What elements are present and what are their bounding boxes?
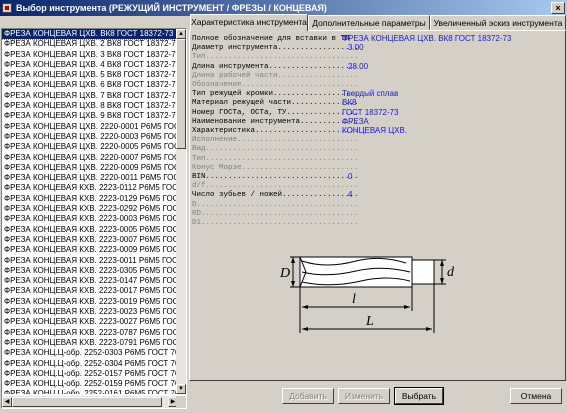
property-label: Тип.................................. (192, 53, 359, 62)
tool-list-item[interactable]: ФРЕЗА КОНЦЕВАЯ ЦХВ. ВК8 ГОСТ 18372-73 (2, 29, 178, 41)
scroll-thumb-horizontal[interactable] (12, 397, 162, 407)
tool-list-item[interactable]: ФРЕЗА КОНЦ.Ц-обр. 2252-0303 Р6М5 ГОСТ 70… (2, 348, 178, 358)
tool-list-item[interactable]: ФРЕЗА КОНЦЕВАЯ ЦХВ. 7 ВК8 ГОСТ 18372-73 (2, 91, 178, 101)
property-label: Число зубьев / ножей................. (192, 191, 359, 200)
tool-list-item[interactable]: ФРЕЗА КОНЦ.Ц-обр. 2252-0161 Р6М5 ГОСТ 70… (2, 389, 178, 394)
tool-list-item[interactable]: ФРЕЗА КОНЦЕВАЯ ЦХВ. 4 ВК8 ГОСТ 18372-73 (2, 60, 178, 70)
change-button[interactable]: Изменить (338, 388, 390, 404)
tool-list-item[interactable]: ФРЕЗА КОНЦЕВАЯ КХВ. 2223-0007 Р6М5 ГОСТ … (2, 235, 178, 245)
tool-list-item[interactable]: ФРЕЗА КОНЦЕВАЯ КХВ. 2223-0027 Р6М5 ГОСТ … (2, 317, 178, 327)
tool-list-item[interactable]: ФРЕЗА КОНЦЕВАЯ КХВ. 2223-0791 Р6М5 ГОСТ … (2, 338, 178, 348)
tool-list-items: ФРЕЗА КОНЦЕВАЯ ЦХВ. ВК8 ГОСТ 18372-73 ФРЕ… (2, 29, 178, 394)
tab-additional-parameters[interactable]: Дополнительные параметры (308, 15, 430, 30)
add-button[interactable]: Добавить (282, 388, 334, 404)
property-label: Наименование инструмента............. (192, 117, 359, 126)
tool-list-item[interactable]: ФРЕЗА КОНЦЕВАЯ КХВ. 2223-0003 Р6М5 ГОСТ … (2, 214, 178, 224)
sketch-label-l: l (352, 292, 356, 307)
tab-enlarged-sketch[interactable]: Увеличенный эскиз инструмента (430, 15, 566, 30)
property-label: Материал режущей части............... (192, 99, 359, 108)
tab-strip: Характеристика инструмента Дополнительны… (190, 14, 566, 31)
sketch-label-d: d (447, 265, 455, 280)
tool-list-item[interactable]: ФРЕЗА КОНЦЕВАЯ ЦХВ. 8 ВК8 ГОСТ 18372-73 (2, 101, 178, 111)
property-label: Длина инструмента.................... (192, 62, 359, 71)
tool-list-item[interactable]: ФРЕЗА КОНЦЕВАЯ КХВ. 2223-0011 Р6М5 ГОСТ … (2, 256, 178, 266)
tab-characteristics[interactable]: Характеристика инструмента (190, 14, 308, 31)
sketch-label-D: D (279, 266, 290, 281)
tool-list-item[interactable]: ФРЕЗА КОНЦЕВАЯ КХВ. 2223-0112 Р6М5 ГОСТ … (2, 183, 178, 193)
property-label: Конус Морзе.......................... (192, 163, 359, 172)
select-button[interactable]: Выбрать (394, 387, 444, 405)
vertical-scrollbar[interactable]: ▲ ▼ (176, 29, 186, 394)
property-label: Номер ГОСТа, ОСТа, ТУ................ (192, 108, 359, 117)
property-label: Характеристика....................... (192, 127, 359, 135)
tool-list-item[interactable]: ФРЕЗА КОНЦЕВАЯ КХВ. 2223-0787 Р6М5 ГОСТ … (2, 328, 178, 338)
scroll-up-icon[interactable]: ▲ (176, 29, 186, 39)
property-label: Вид.................................. (192, 145, 359, 154)
tab-panel: Полное обозначение для вставки в ТП ФРЕЗА… (189, 30, 566, 381)
tool-list[interactable]: ФРЕЗА КОНЦЕВАЯ ЦХВ. ВК8 ГОСТ 18372-73 ФРЕ… (1, 28, 187, 409)
property-label: Диаметр инструмента.................. (192, 44, 359, 53)
close-button[interactable]: × (551, 2, 565, 14)
tool-list-item[interactable]: ФРЕЗА КОНЦЕВАЯ ЦХВ. 2220-0001 Р6М5 ГОСТ … (2, 122, 178, 132)
tool-list-item[interactable]: ФРЕЗА КОНЦЕВАЯ КХВ. 2223-0147 Р6М5 ГОСТ … (2, 276, 178, 286)
tool-list-item[interactable]: ФРЕЗА КОНЦ.Ц-обр. 2252-0159 Р6М5 ГОСТ 70… (2, 379, 178, 389)
property-label: D1................................... (192, 219, 359, 227)
property-label: Исполнение........................... (192, 136, 359, 145)
scroll-down-icon[interactable]: ▼ (176, 384, 186, 394)
horizontal-scrollbar[interactable]: ◀ ▶ (2, 396, 178, 408)
tool-list-item[interactable]: ФРЕЗА КОНЦЕВАЯ КХВ. 2223-0005 Р6М5 ГОСТ … (2, 225, 178, 235)
tool-list-item[interactable]: ФРЕЗА КОНЦЕВАЯ ЦХВ. 2220-0009 Р6М5 ГОСТ … (2, 163, 178, 173)
property-label: Длина рабочей части.................. (192, 71, 359, 80)
tool-list-item[interactable]: ФРЕЗА КОНЦЕВАЯ КХВ. 2223-0017 Р6М5 ГОСТ … (2, 286, 178, 296)
property-label: d/f.................................. (192, 182, 359, 191)
tool-list-item[interactable]: ФРЕЗА КОНЦЕВАЯ КХВ. 2223-0023 Р6М5 ГОСТ … (2, 307, 178, 317)
property-label: BIN.................................. (192, 173, 359, 181)
tool-list-item[interactable]: ФРЕЗА КОНЦЕВАЯ КХВ. 2223-0129 Р6М5 ГОСТ … (2, 194, 178, 204)
scroll-left-icon[interactable]: ◀ (2, 397, 12, 407)
tool-list-item[interactable]: ФРЕЗА КОНЦЕВАЯ КХВ. 2223-0019 Р6М5 ГОСТ … (2, 297, 178, 307)
property-label: Обозначение.......................... (192, 81, 359, 89)
property-label: D.................................... (192, 200, 359, 209)
tool-list-item[interactable]: ФРЕЗА КОНЦЕВАЯ ЦХВ. 2220-0003 Р6М5 ГОСТ … (2, 132, 178, 142)
tool-list-item[interactable]: ФРЕЗА КОНЦЕВАЯ КХВ. 2223-0305 Р6М5 ГОСТ … (2, 266, 178, 276)
tool-list-item[interactable]: ФРЕЗА КОНЦ.Ц-обр. 2252-0157 Р6М5 ГОСТ 70… (2, 369, 178, 379)
tool-list-item[interactable]: ФРЕЗА КОНЦЕВАЯ ЦХВ. 2 ВК8 ГОСТ 18372-73 (2, 39, 178, 49)
sketch-label-L: L (365, 314, 374, 329)
cancel-button[interactable]: Отмена (510, 388, 562, 404)
scroll-thumb-vertical[interactable] (176, 39, 186, 149)
tool-list-item[interactable]: ФРЕЗА КОНЦЕВАЯ ЦХВ. 2220-0007 Р6М5 ГОСТ … (2, 153, 178, 163)
property-row: D1................................... (192, 218, 359, 228)
tool-list-item[interactable]: ФРЕЗА КОНЦЕВАЯ ЦХВ. 5 ВК8 ГОСТ 18372-73 (2, 70, 178, 80)
property-label: Тип режущей кромки................... (192, 90, 359, 99)
tool-list-item[interactable]: ФРЕЗА КОНЦ.Ц-обр. 2252-0304 Р6М5 ГОСТ 70… (2, 359, 178, 369)
scroll-corner (176, 396, 186, 408)
tool-list-item[interactable]: ФРЕЗА КОНЦЕВАЯ ЦХВ. 9 ВК8 ГОСТ 18372-73 (2, 111, 178, 121)
property-value: ФРЕЗА КОНЦЕВАЯ ЦХВ. ВК8 ГОСТ 18372-73 (342, 34, 512, 43)
tool-list-item[interactable]: ФРЕЗА КОНЦЕВАЯ ЦХВ. 2220-0011 Р6М5 ГОСТ … (2, 173, 178, 183)
tool-sketch: D d l L (279, 256, 455, 333)
tool-list-item[interactable]: ФРЕЗА КОНЦЕВАЯ ЦХВ. 6 ВК8 ГОСТ 18372-73 (2, 80, 178, 90)
tool-list-item[interactable]: ФРЕЗА КОНЦЕВАЯ ЦХВ. 3 ВК8 ГОСТ 18372-73 (2, 50, 178, 60)
property-label: RD................................... (192, 209, 359, 218)
property-label: Полное обозначение для вставки в ТП (192, 35, 350, 43)
tool-list-item[interactable]: ФРЕЗА КОНЦЕВАЯ ЦХВ. 2220-0005 Р6М5 ГОСТ … (2, 142, 178, 152)
app-icon (2, 3, 12, 13)
property-label: Тип.................................. (192, 154, 359, 163)
tool-list-item[interactable]: ФРЕЗА КОНЦЕВАЯ КХВ. 2223-0009 Р6М5 ГОСТ … (2, 245, 178, 255)
tool-list-item[interactable]: ФРЕЗА КОНЦЕВАЯ КХВ. 2223-0292 Р6М5 ГОСТ … (2, 204, 178, 214)
